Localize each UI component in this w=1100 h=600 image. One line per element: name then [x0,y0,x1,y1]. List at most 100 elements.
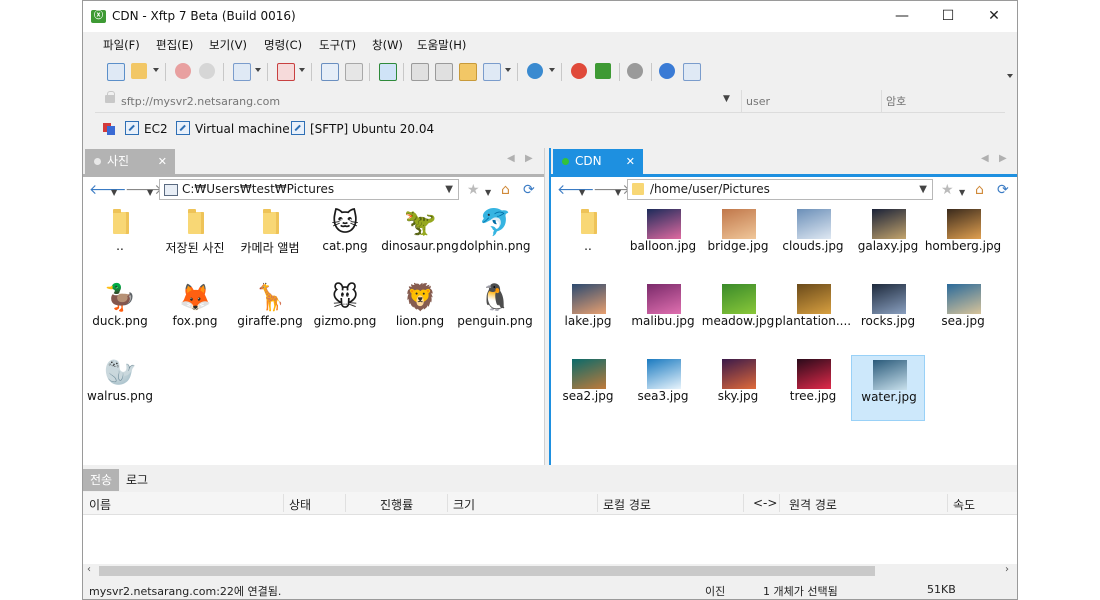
menu-help[interactable]: 도움말(H) [417,37,466,53]
tab-scroll-left-icon[interactable]: ◀ [507,153,515,164]
cut-icon[interactable] [435,63,453,81]
back-arrow-icon[interactable]: 🡐 [89,183,127,197]
tab-log[interactable]: 로그 [119,469,155,491]
link-virtual-machine[interactable]: Virtual machine [176,121,290,136]
help-icon[interactable] [659,63,675,79]
file-item-duck-png[interactable]: 🦆 duck.png [83,280,157,346]
chevron-down-icon[interactable]: ▼ [445,180,453,199]
column-remote-path[interactable]: 원격 경로 [789,496,837,513]
file-item-penguin-png[interactable]: 🐧 penguin.png [457,280,532,346]
file-item-galaxy-jpg[interactable]: galaxy.jpg [851,205,925,271]
file-item-gizmo-png[interactable]: 🐭 gizmo.png [308,280,382,346]
scroll-left-icon[interactable]: ‹ [87,564,91,575]
file-item-sea3-jpg[interactable]: sea3.jpg [626,355,700,421]
chevron-down-icon[interactable] [153,68,159,72]
file-item-item[interactable]: 카메라 앨범 [233,205,307,271]
menu-window[interactable]: 창(W) [372,37,403,53]
reconnect-icon[interactable] [199,63,215,79]
chevron-down-icon[interactable] [255,68,261,72]
password-input[interactable] [881,90,1014,112]
maximize-button[interactable]: ☐ [925,1,971,32]
chevron-down-icon[interactable]: ▼ [615,186,621,200]
open-folder-icon[interactable] [131,63,147,79]
tab-scroll-left-icon[interactable]: ◀ [981,153,989,164]
tab-scroll-right-icon[interactable]: ▶ [525,153,533,164]
file-item-sea2-jpg[interactable]: sea2.jpg [551,355,625,421]
chevron-down-icon[interactable]: ▼ [579,186,585,200]
chevron-down-icon[interactable]: ▼ [723,94,730,104]
refresh-icon[interactable]: ⟳ [997,183,1009,197]
download-icon[interactable] [345,63,363,81]
link-ec2[interactable]: EC2 [125,121,168,136]
disconnect-icon[interactable] [175,63,191,79]
tab-transfers[interactable]: 전송 [83,469,120,491]
menu-command[interactable]: 명령(C) [264,37,302,53]
horizontal-scrollbar[interactable]: ‹ › [83,564,1017,578]
remote-path-input[interactable]: /home/user/Pictures ▼ [627,179,933,200]
menu-view[interactable]: 보기(V) [209,37,247,53]
chevron-down-icon[interactable]: ▼ [485,186,491,200]
file-item-clouds-jpg[interactable]: clouds.jpg [776,205,850,271]
column-status[interactable]: 상태 [289,496,311,513]
globe-icon[interactable] [527,63,543,79]
file-item-homberg-jpg[interactable]: homberg.jpg [925,205,1001,271]
favorite-star-icon[interactable]: ★ [467,183,480,197]
minimize-button[interactable]: — [879,1,925,32]
back-arrow-icon[interactable]: 🡐 [557,183,595,197]
username-input[interactable] [741,90,880,112]
file-item-lake-jpg[interactable]: lake.jpg [551,280,625,346]
sync-arrows-icon[interactable] [379,63,397,81]
column-local-path[interactable]: 로컬 경로 [603,496,651,513]
file-item-walrus-png[interactable]: 🦭 walrus.png [83,355,157,421]
gear-icon[interactable] [627,63,643,79]
layout-icon[interactable] [483,63,501,81]
chevron-down-icon[interactable] [505,68,511,72]
forward-arrow-icon[interactable]: 🡒 [593,183,631,197]
column-direction[interactable]: <-> [753,496,777,510]
close-tab-icon[interactable]: ✕ [158,149,167,174]
upload-icon[interactable] [321,63,339,81]
column-progress[interactable]: 진행률 [380,496,413,513]
tab-local-photos[interactable]: 사진 ✕ [85,149,175,174]
host-address-input[interactable] [121,90,735,112]
link-sftp-ubuntu[interactable]: [SFTP] Ubuntu 20.04 [291,121,434,136]
file-item-plantation[interactable]: plantation.... [775,280,851,346]
chevron-down-icon[interactable] [1007,74,1013,78]
file-item-tree-jpg[interactable]: tree.jpg [776,355,850,421]
close-button[interactable]: ✕ [971,1,1017,32]
local-path-input[interactable]: C:₩Users₩test₩Pictures ▼ [159,179,459,200]
chevron-down-icon[interactable]: ▼ [959,186,965,200]
chevron-down-icon[interactable]: ▼ [147,186,153,200]
menu-file[interactable]: 파일(F) [103,37,140,53]
xftp-icon[interactable] [595,63,611,79]
chevron-down-icon[interactable] [549,68,555,72]
session-properties-icon[interactable] [233,63,251,81]
file-item-malibu-jpg[interactable]: malibu.jpg [626,280,700,346]
home-icon[interactable]: ⌂ [975,183,984,197]
bookmark-flag-icon[interactable] [103,123,115,135]
favorite-star-icon[interactable]: ★ [941,183,954,197]
close-tab-icon[interactable]: ✕ [626,149,635,174]
file-item-parent[interactable]: .. [551,205,625,271]
new-session-icon[interactable] [107,63,125,81]
scrollbar-thumb[interactable] [99,566,875,576]
terminal-icon[interactable] [277,63,295,81]
home-icon[interactable]: ⌂ [501,183,510,197]
chat-icon[interactable] [683,63,701,81]
file-item-fox-png[interactable]: 🦊 fox.png [158,280,232,346]
refresh-icon[interactable]: ⟳ [523,183,535,197]
file-item-sea-jpg[interactable]: sea.jpg [926,280,1000,346]
file-item-balloon-jpg[interactable]: balloon.jpg [626,205,700,271]
menu-tools[interactable]: 도구(T) [319,37,356,53]
file-item-item[interactable]: 저장된 사진 [158,205,232,271]
forward-arrow-icon[interactable]: 🡒 [125,183,163,197]
paste-icon[interactable] [459,63,477,81]
column-size[interactable]: 크기 [453,496,475,513]
file-item-dolphin-png[interactable]: 🐬 dolphin.png [458,205,532,271]
menu-edit[interactable]: 편집(E) [156,37,193,53]
xshell-icon[interactable] [571,63,587,79]
file-item-water-jpg[interactable]: water.jpg [851,355,925,421]
tab-scroll-right-icon[interactable]: ▶ [999,153,1007,164]
column-speed[interactable]: 속도 [953,496,975,513]
file-item-rocks-jpg[interactable]: rocks.jpg [851,280,925,346]
